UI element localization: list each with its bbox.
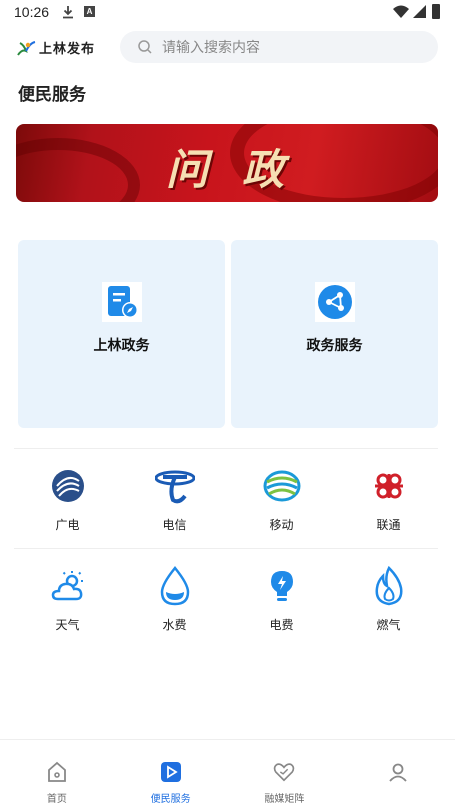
service-label: 水费 <box>162 618 187 632</box>
service-yidong[interactable]: 移动 <box>228 466 335 533</box>
water-drop-icon <box>155 566 195 606</box>
card-shanglin-zhengwu[interactable]: 上林政务 <box>18 240 225 428</box>
service-label: 燃气 <box>376 618 401 632</box>
service-cards: 上林政务 政务服务 <box>18 240 438 428</box>
signal-icon <box>413 5 426 18</box>
divider <box>14 448 438 449</box>
service-label: 移动 <box>269 518 294 532</box>
card-label: 政务服务 <box>306 337 363 353</box>
china-unicom-icon <box>369 466 409 506</box>
tab-label: 融媒矩阵 <box>264 794 305 805</box>
app-header: 上林发布 请输入搜索内容 <box>0 30 455 64</box>
service-shuifei[interactable]: 水费 <box>121 566 228 633</box>
banner-text: 问政 <box>166 145 319 194</box>
service-dianfei[interactable]: 电费 <box>228 566 335 633</box>
tab-media-matrix[interactable]: 融媒矩阵 <box>228 740 342 811</box>
wenzheng-banner[interactable]: 问政 <box>16 124 438 202</box>
services-row-telecom: 广电 电信 移动 联通 <box>14 466 442 533</box>
china-mobile-icon <box>262 466 302 506</box>
flame-icon <box>369 566 409 606</box>
service-tianqi[interactable]: 天气 <box>14 566 121 633</box>
app-logo[interactable]: 上林发布 <box>16 38 95 57</box>
tab-home[interactable]: 首页 <box>0 740 114 811</box>
tab-profile[interactable] <box>341 740 455 811</box>
bottom-tab-bar: 首页 便民服务 融媒矩阵 <box>0 739 455 811</box>
service-guangdian[interactable]: 广电 <box>14 466 121 533</box>
service-liantong[interactable]: 联通 <box>335 466 442 533</box>
service-label: 广电 <box>55 518 80 532</box>
document-compass-icon <box>101 282 142 322</box>
status-bar: 10:26 A <box>0 0 455 26</box>
service-label: 天气 <box>55 618 80 632</box>
search-bar[interactable]: 请输入搜索内容 <box>120 31 438 63</box>
page-title: 便民服务 <box>18 85 86 104</box>
status-time: 10:26 <box>14 4 50 20</box>
weather-icon <box>48 566 88 606</box>
download-icon <box>63 6 73 19</box>
search-icon <box>138 40 152 54</box>
tab-services[interactable]: 便民服务 <box>114 740 228 811</box>
service-label: 联通 <box>376 518 401 532</box>
service-dianxin[interactable]: 电信 <box>121 466 228 533</box>
profile-icon <box>387 761 409 783</box>
service-ranqi[interactable]: 燃气 <box>335 566 442 633</box>
home-icon <box>46 761 68 783</box>
tab-label: 首页 <box>46 794 67 805</box>
wifi-icon <box>393 5 409 18</box>
service-label: 电费 <box>269 618 294 632</box>
tab-label: 便民服务 <box>150 794 191 805</box>
battery-icon <box>432 4 440 19</box>
card-zhengwu-fuwu[interactable]: 政务服务 <box>231 240 438 428</box>
card-label: 上林政务 <box>93 337 150 353</box>
divider <box>14 548 438 549</box>
logo-icon <box>17 40 36 56</box>
a-notification-icon: A <box>84 6 95 17</box>
service-label: 电信 <box>162 518 187 532</box>
logo-text: 上林发布 <box>39 41 96 56</box>
broadcast-tv-icon <box>48 466 88 506</box>
play-square-icon <box>160 761 182 783</box>
share-nodes-icon <box>314 282 355 322</box>
heart-icon <box>273 761 295 783</box>
electric-bulb-icon <box>262 566 302 606</box>
china-telecom-icon <box>154 466 195 506</box>
search-placeholder: 请输入搜索内容 <box>162 39 260 55</box>
services-row-utilities: 天气 水费 电费 燃气 <box>14 566 442 633</box>
